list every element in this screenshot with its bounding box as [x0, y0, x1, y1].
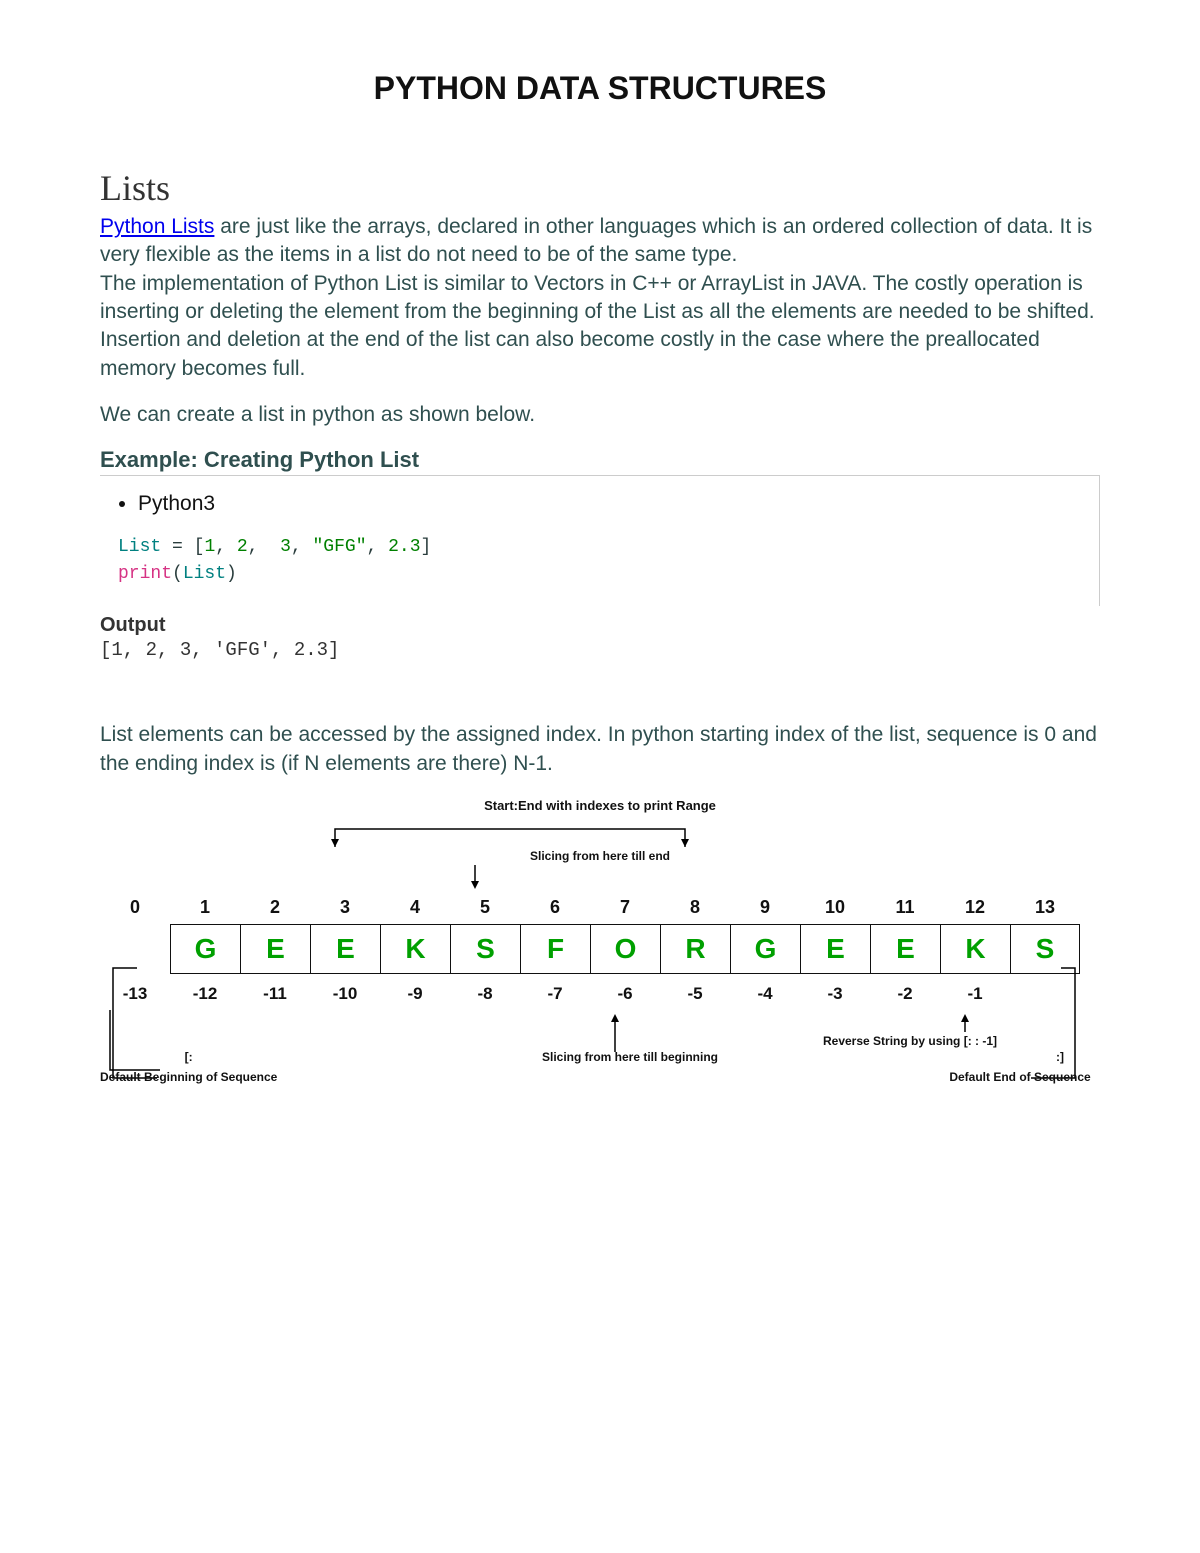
letter-cell: G [730, 924, 800, 974]
arrow-sub-svg [100, 863, 1080, 891]
pos-index-cell: 1 [170, 891, 240, 924]
pos-index-cell: 7 [590, 891, 660, 924]
letters-row: GEEKSFORGEEKS [100, 924, 1100, 974]
diagram-top-caption: Start:End with indexes to print Range [100, 798, 1100, 813]
neg-index-cell: -9 [380, 974, 450, 1014]
neg-index-cell: -7 [520, 974, 590, 1014]
code-block: List = [1, 2, 3, "GFG", 2.3] print(List) [118, 534, 1081, 588]
letter-cell: K [940, 924, 1010, 974]
slicing-beginning-label: Slicing from here till beginning [520, 1050, 740, 1064]
letter-cell: G [170, 924, 240, 974]
negative-index-row: -13-12-11-10-9-8-7-6-5-4-3-2-1 [100, 974, 1100, 1014]
neg-index-cell: -11 [240, 974, 310, 1014]
pos-index-cell: 11 [870, 891, 940, 924]
neg-index-cell: -10 [310, 974, 380, 1014]
pos-index-cell: 13 [1010, 891, 1080, 924]
default-beginning-label: Default Beginning of Sequence [100, 1070, 277, 1084]
pos-index-cell: 8 [660, 891, 730, 924]
letter-cell: F [520, 924, 590, 974]
pos-index-cell: 2 [240, 891, 310, 924]
python-lists-link[interactable]: Python Lists [100, 215, 214, 238]
paragraph-intro: Python Lists are just like the arrays, d… [100, 213, 1100, 383]
pos-index-cell: 9 [730, 891, 800, 924]
paragraph-create: We can create a list in python as shown … [100, 401, 1100, 429]
neg-index-cell: -3 [800, 974, 870, 1014]
neg-index-cell: -5 [660, 974, 730, 1014]
page-title: PYTHON DATA STRUCTURES [100, 70, 1100, 107]
language-tab-python3[interactable]: Python3 [138, 492, 1081, 516]
code-identifier: List [118, 537, 161, 557]
pos-index-cell: 3 [310, 891, 380, 924]
neg-index-cell: -12 [170, 974, 240, 1014]
letter-cell: E [800, 924, 870, 974]
bracket-top-svg [100, 819, 1080, 849]
neg-index-cell: -6 [590, 974, 660, 1014]
positive-index-row: 012345678910111213 [100, 891, 1100, 924]
letter-cell: E [310, 924, 380, 974]
letter-spacer [100, 924, 170, 974]
pos-index-cell: 0 [100, 891, 170, 924]
pos-index-cell: 10 [800, 891, 870, 924]
letter-cell: R [660, 924, 730, 974]
list-index-diagram: Start:End with indexes to print Range Sl… [100, 798, 1100, 1084]
letter-cell: E [870, 924, 940, 974]
letter-cell: S [1010, 924, 1080, 974]
pos-index-cell: 6 [520, 891, 590, 924]
neg-index-cell: -1 [940, 974, 1010, 1014]
letter-cell: S [450, 924, 520, 974]
diagram-sub-caption: Slicing from here till end [100, 849, 1100, 863]
left-bracket-label: [: [100, 1050, 277, 1064]
code-example-box: Python3 List = [1, 2, 3, "GFG", 2.3] pri… [100, 475, 1100, 606]
output-text: [1, 2, 3, 'GFG', 2.3] [100, 639, 1100, 661]
neg-index-cell: -8 [450, 974, 520, 1014]
paragraph-intro-rest: are just like the arrays, declared in ot… [100, 215, 1092, 266]
pos-index-cell: 12 [940, 891, 1010, 924]
output-label: Output [100, 614, 1100, 637]
neg-index-cell: -4 [730, 974, 800, 1014]
right-bracket-label: :] [1020, 1050, 1100, 1064]
section-heading-lists: Lists [100, 167, 1100, 209]
paragraph-impl: The implementation of Python List is sim… [100, 272, 1095, 380]
paragraph-index: List elements can be accessed by the ass… [100, 721, 1100, 778]
pos-index-cell: 4 [380, 891, 450, 924]
letter-cell: E [240, 924, 310, 974]
pos-index-cell: 5 [450, 891, 520, 924]
neg-index-cell: -2 [870, 974, 940, 1014]
letter-cell: O [590, 924, 660, 974]
neg-index-cell [1010, 974, 1080, 1014]
default-end-label: Default End of Sequence [940, 1070, 1100, 1084]
neg-index-cell: -13 [100, 974, 170, 1014]
reverse-string-label: Reverse String by using [: : -1] [800, 1034, 1020, 1048]
example-heading: Example: Creating Python List [100, 447, 1100, 473]
code-print: print [118, 564, 172, 584]
letter-cell: K [380, 924, 450, 974]
